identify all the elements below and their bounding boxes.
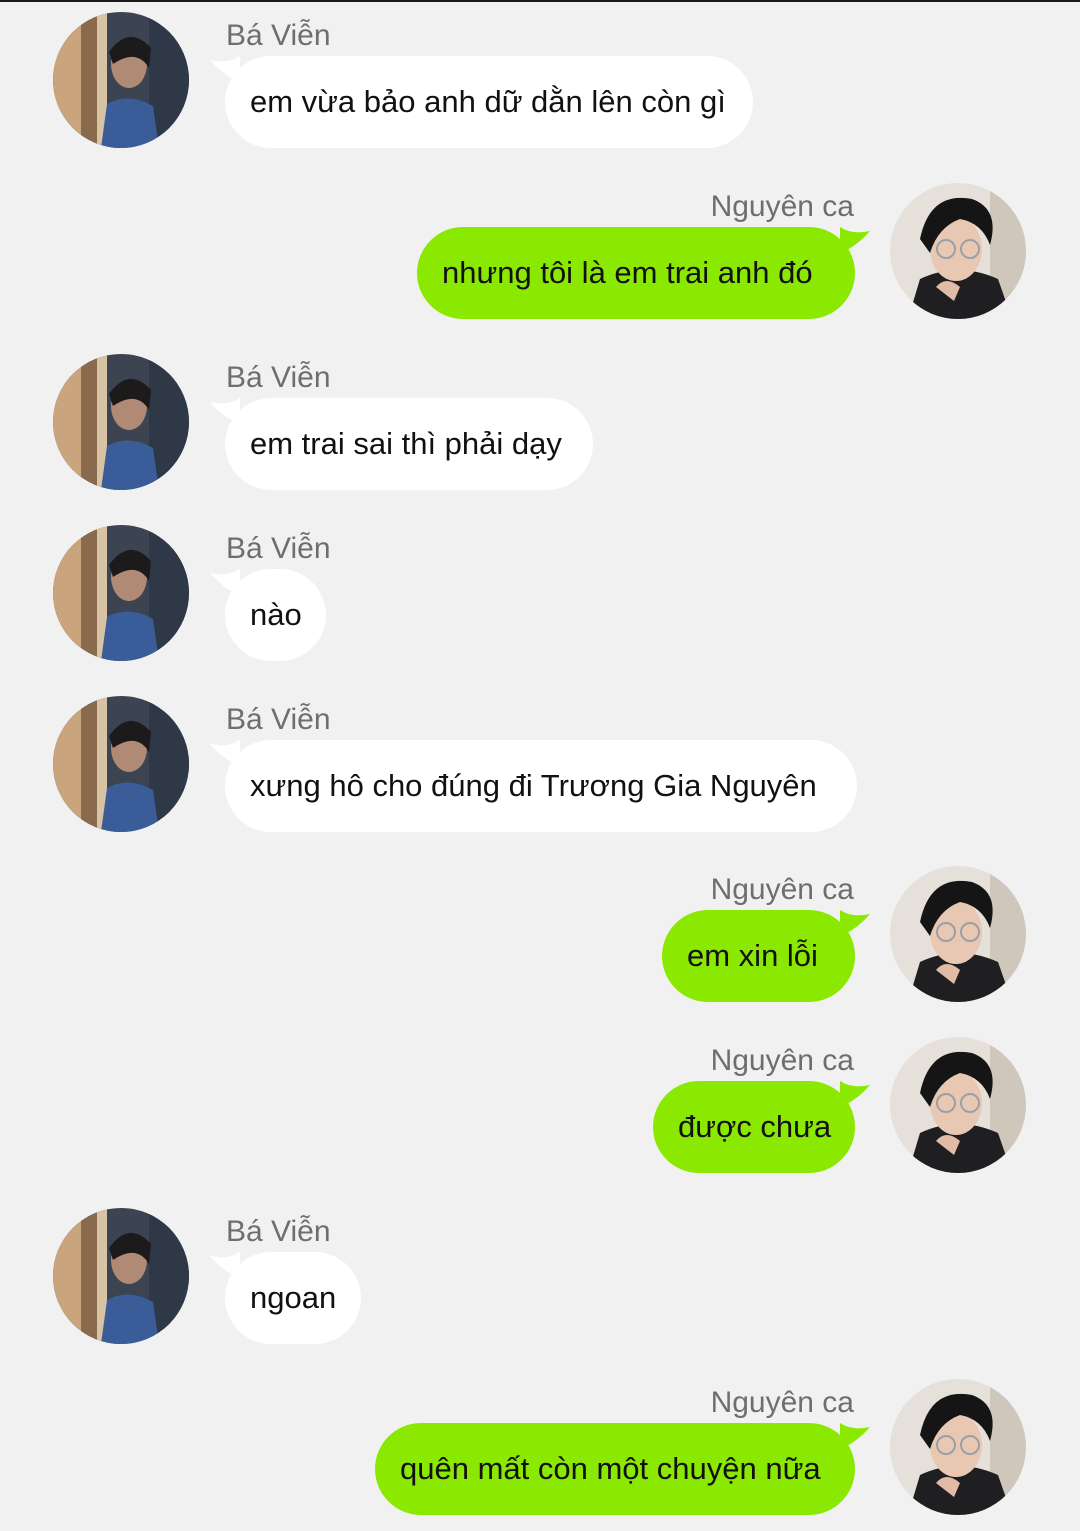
chat-message: Nguyên ca quên mất còn một chuyện nữa — [0, 1367, 1080, 1517]
chat-message: Nguyên ca nhưng tôi là em trai anh đó — [0, 171, 1080, 321]
avatar-ba-vien[interactable] — [53, 12, 189, 148]
avatar-ba-vien[interactable] — [53, 696, 189, 832]
avatar-image — [53, 12, 189, 148]
sender-name: Nguyên ca — [710, 1044, 854, 1077]
sender-name: Bá Viễn — [226, 532, 331, 565]
chat-message: Bá Viễn nào — [0, 513, 1080, 663]
avatar-nguyen-ca[interactable] — [890, 1379, 1026, 1515]
chat-message: Nguyên ca em xin lỗi — [0, 854, 1080, 1004]
avatar-nguyen-ca[interactable] — [890, 866, 1026, 1002]
chat-message: Bá Viễn em vừa bảo anh dữ dằn lên còn gì — [0, 0, 1080, 150]
sender-name: Bá Viễn — [226, 19, 331, 52]
sender-name: Bá Viễn — [226, 361, 331, 394]
chat-message: Nguyên ca được chưa — [0, 1025, 1080, 1175]
avatar-ba-vien[interactable] — [53, 354, 189, 490]
avatar-image — [890, 1379, 1026, 1515]
avatar-ba-vien[interactable] — [53, 525, 189, 661]
chat-message: Bá Viễn em trai sai thì phải dạy — [0, 342, 1080, 492]
message-bubble[interactable]: được chưa — [653, 1081, 855, 1173]
avatar-image — [53, 525, 189, 661]
avatar-nguyen-ca[interactable] — [890, 1037, 1026, 1173]
avatar-image — [53, 354, 189, 490]
message-bubble[interactable]: ngoan — [225, 1252, 361, 1344]
avatar-image — [53, 1208, 189, 1344]
avatar-image — [890, 866, 1026, 1002]
message-bubble[interactable]: nhưng tôi là em trai anh đó — [417, 227, 855, 319]
sender-name: Nguyên ca — [710, 190, 854, 223]
sender-name: Nguyên ca — [710, 873, 854, 906]
avatar-image — [890, 183, 1026, 319]
message-bubble[interactable]: quên mất còn một chuyện nữa — [375, 1423, 855, 1515]
avatar-ba-vien[interactable] — [53, 1208, 189, 1344]
message-bubble[interactable]: em vừa bảo anh dữ dằn lên còn gì — [225, 56, 753, 148]
sender-name: Bá Viễn — [226, 703, 331, 736]
avatar-image — [890, 1037, 1026, 1173]
message-bubble[interactable]: em xin lỗi — [662, 910, 855, 1002]
sender-name: Nguyên ca — [710, 1386, 854, 1419]
message-bubble[interactable]: em trai sai thì phải dạy — [225, 398, 593, 490]
message-bubble[interactable]: nào — [225, 569, 326, 661]
chat-message: Bá Viễn xưng hô cho đúng đi Trương Gia N… — [0, 684, 1080, 834]
message-bubble[interactable]: xưng hô cho đúng đi Trương Gia Nguyên — [225, 740, 857, 832]
avatar-image — [53, 696, 189, 832]
sender-name: Bá Viễn — [226, 1215, 331, 1248]
avatar-nguyen-ca[interactable] — [890, 183, 1026, 319]
chat-message: Bá Viễn ngoan — [0, 1196, 1080, 1346]
